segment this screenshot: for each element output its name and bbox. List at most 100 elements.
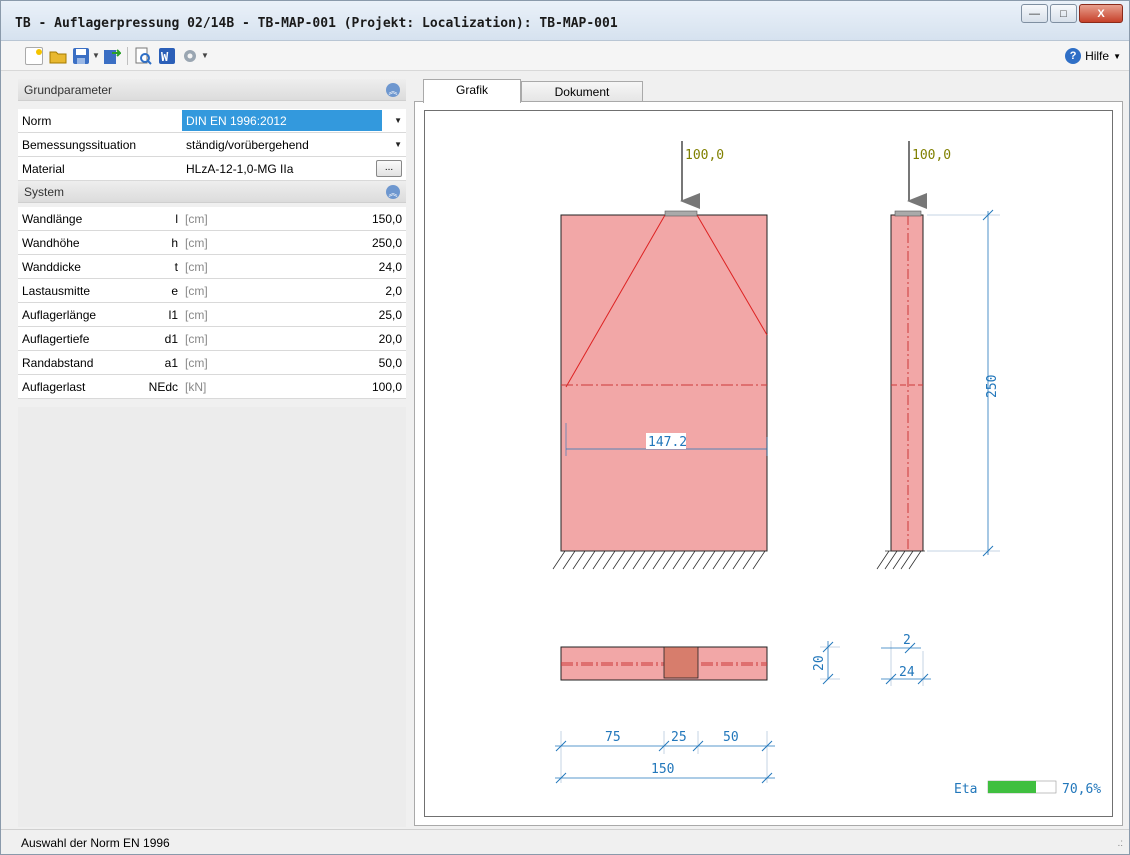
maximize-button[interactable]: □ <box>1050 4 1077 23</box>
dim-support-label: 25 <box>671 730 687 745</box>
system-row-auflagerlaenge[interactable]: Auflagerlänge l1 [cm] 25,0 <box>18 303 406 327</box>
resize-grip-icon[interactable]: .: <box>1117 838 1123 849</box>
graphic-panel: 100,0 147.2 100,0 250 20 2 24 75 25 50 1… <box>414 101 1123 826</box>
system-label: Randabstand <box>22 356 94 370</box>
system-symbol: NEdc <box>148 380 178 394</box>
system-unit: [cm] <box>185 260 208 274</box>
section-title: System <box>24 185 65 199</box>
collapse-icon[interactable]: ︽ <box>386 83 400 97</box>
randabstand-input[interactable]: 50,0 <box>379 356 402 370</box>
system-symbol: l1 <box>168 308 178 322</box>
system-unit: [cm] <box>185 284 208 298</box>
param-row-material[interactable]: Material HLzA-12-1,0-MG IIa ... <box>18 157 406 181</box>
graphic-canvas: 100,0 147.2 100,0 250 20 2 24 75 25 50 1… <box>424 110 1113 817</box>
tab-grafik[interactable]: Grafik <box>423 79 521 103</box>
system-symbol: t <box>174 260 178 274</box>
property-panel: Grundparameter ︽ Norm DIN EN 1996:2012 ▼… <box>18 79 406 829</box>
system-row-randabstand[interactable]: Randabstand a1 [cm] 50,0 <box>18 351 406 375</box>
dim-left-label: 75 <box>605 730 621 745</box>
material-browse-button[interactable]: ... <box>376 160 402 177</box>
auflagerlast-input[interactable]: 100,0 <box>372 380 402 394</box>
param-row-norm[interactable]: Norm DIN EN 1996:2012 ▼ <box>18 109 406 133</box>
close-button[interactable]: X <box>1079 4 1123 23</box>
bearing-plate-front <box>664 210 698 217</box>
system-label: Auflagerlänge <box>22 308 97 322</box>
material-field[interactable]: HLzA-12-1,0-MG IIa <box>182 158 382 179</box>
system-row-lastausmitte[interactable]: Lastausmitte e [cm] 2,0 <box>18 279 406 303</box>
system-unit: [cm] <box>185 236 208 250</box>
height-dim-label: 250 <box>985 375 1000 398</box>
open-icon[interactable] <box>49 47 67 65</box>
system-symbol: h <box>171 236 178 250</box>
system-row-auflagertiefe[interactable]: Auflagertiefe d1 [cm] 20,0 <box>18 327 406 351</box>
print-preview-icon[interactable] <box>134 47 152 65</box>
system-row-wandhoehe[interactable]: Wandhöhe h [cm] 250,0 <box>18 231 406 255</box>
wandlaenge-input[interactable]: 150,0 <box>372 212 402 226</box>
system-symbol: l <box>175 212 178 226</box>
system-symbol: e <box>171 284 178 298</box>
window-controls: — □ X <box>1021 4 1123 23</box>
chevron-down-icon[interactable]: ▼ <box>394 116 402 125</box>
param-label: Material <box>22 162 65 176</box>
norm-select[interactable]: DIN EN 1996:2012 <box>182 110 382 131</box>
tab-dokument[interactable]: Dokument <box>521 81 643 103</box>
export-icon[interactable] <box>103 47 123 65</box>
section-grundparameter[interactable]: Grundparameter ︽ <box>18 79 406 101</box>
system-unit: [cm] <box>185 212 208 226</box>
system-unit: [cm] <box>185 308 208 322</box>
word-icon[interactable]: W <box>158 47 176 65</box>
wall-side-elevation <box>890 214 924 552</box>
wanddicke-input[interactable]: 24,0 <box>379 260 402 274</box>
param-row-bemessungssituation[interactable]: Bemessungssituation ständig/vorübergehen… <box>18 133 406 157</box>
system-label: Auflagerlast <box>22 380 86 394</box>
status-bar: Auswahl der Norm EN 1996 .: <box>1 829 1129 854</box>
help-icon: ? <box>1065 48 1082 64</box>
toolbar-separator <box>127 47 128 65</box>
system-unit: [cm] <box>185 332 208 346</box>
depth-dim-label: 20 <box>812 655 827 671</box>
eta-bar-fill <box>988 781 1036 793</box>
eta-value: 70,6% <box>1062 782 1101 797</box>
settings-dropdown-icon[interactable]: ▼ <box>201 51 209 60</box>
load-label-side: 100,0 <box>912 148 951 163</box>
wall-drawing: 100,0 147.2 100,0 250 20 2 24 75 25 50 1… <box>552 141 1101 797</box>
auflagertiefe-input[interactable]: 20,0 <box>379 332 402 346</box>
ground-hatch-side <box>876 550 925 570</box>
system-row-auflagerlast[interactable]: Auflagerlast NEdc [kN] 100,0 <box>18 375 406 399</box>
settings-icon[interactable] <box>181 47 199 65</box>
eta-label: Eta <box>954 782 977 797</box>
wandhoehe-input[interactable]: 250,0 <box>372 236 402 250</box>
help-button[interactable]: ? Hilfe ▼ <box>1065 48 1121 64</box>
system-label: Wandlänge <box>22 212 83 226</box>
ground-hatch-front <box>552 550 767 570</box>
bearing-area-plan <box>663 646 699 679</box>
system-unit: [cm] <box>185 356 208 370</box>
collapse-icon[interactable]: ︽ <box>386 185 400 199</box>
panel-empty-area <box>18 407 406 827</box>
dim-total-label: 150 <box>651 762 674 777</box>
help-label: Hilfe <box>1085 49 1110 63</box>
spread-dim-label: 147.2 <box>648 435 687 450</box>
section-system[interactable]: System ︽ <box>18 181 406 203</box>
system-label: Lastausmitte <box>22 284 91 298</box>
wall-front-elevation <box>560 214 768 552</box>
svg-text:W: W <box>161 50 169 64</box>
chevron-down-icon[interactable]: ▼ <box>394 140 402 149</box>
bemessungssituation-select[interactable]: ständig/vorübergehend <box>182 134 382 155</box>
save-dropdown-icon[interactable]: ▼ <box>92 51 100 60</box>
dim-right-label: 50 <box>723 730 739 745</box>
new-icon[interactable] <box>25 47 43 65</box>
system-symbol: a1 <box>164 356 178 370</box>
minimize-button[interactable]: — <box>1021 4 1048 23</box>
app-window: TB - Auflagerpressung 02/14B - TB-MAP-00… <box>0 0 1130 855</box>
lastausmitte-input[interactable]: 2,0 <box>385 284 402 298</box>
title-bar: TB - Auflagerpressung 02/14B - TB-MAP-00… <box>1 1 1129 41</box>
auflagerlaenge-input[interactable]: 25,0 <box>379 308 402 322</box>
save-icon[interactable] <box>72 47 90 65</box>
system-row-wandlaenge[interactable]: Wandlänge l [cm] 150,0 <box>18 207 406 231</box>
bearing-plate-side <box>894 210 922 217</box>
system-row-wanddicke[interactable]: Wanddicke t [cm] 24,0 <box>18 255 406 279</box>
window-title: TB - Auflagerpressung 02/14B - TB-MAP-00… <box>15 16 618 31</box>
system-label: Auflagertiefe <box>22 332 90 346</box>
thickness-dim-label: 24 <box>899 665 915 680</box>
